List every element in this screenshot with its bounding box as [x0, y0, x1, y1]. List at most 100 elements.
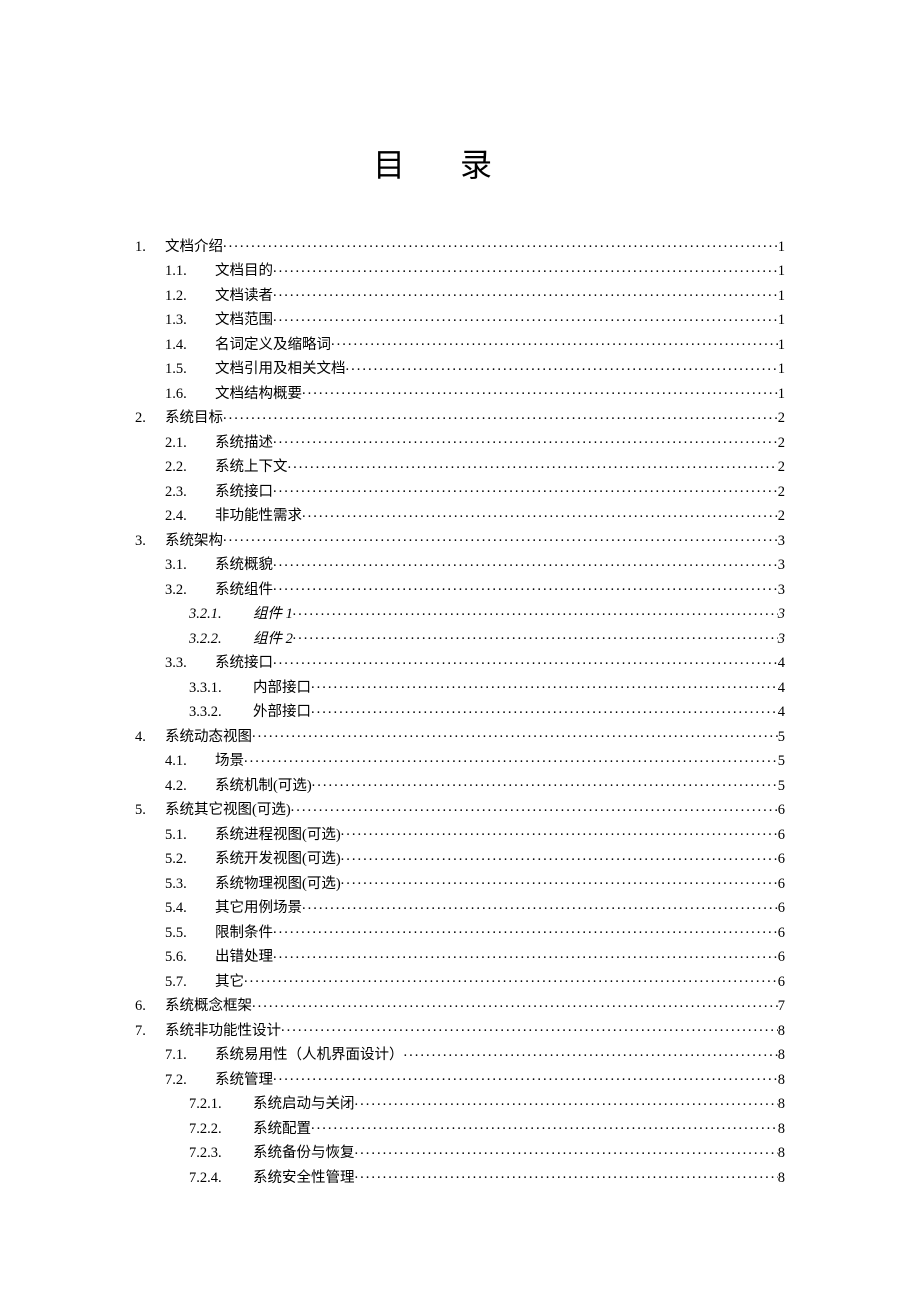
toc-leader-dots: [273, 310, 778, 325]
toc-entry-text: 文档介绍: [165, 240, 223, 255]
toc-leader-dots: [288, 457, 778, 472]
toc-entry[interactable]: 7.系统非功能性设计8: [135, 1020, 785, 1038]
toc-entry-page: 2: [778, 485, 785, 500]
toc-entry-number: 5.4.: [165, 901, 215, 916]
toc-entry-page: 1: [778, 289, 785, 304]
toc-entry-page: 1: [778, 240, 785, 255]
toc-entry-page: 5: [778, 779, 785, 794]
toc-entry-number: 1.3.: [165, 313, 215, 328]
toc-entry-page: 1: [778, 264, 785, 279]
toc-entry[interactable]: 5.4.其它用例场景6: [135, 898, 785, 916]
toc-entry-page: 4: [778, 656, 785, 671]
toc-entry[interactable]: 1.6.文档结构概要1: [135, 383, 785, 401]
toc-leader-dots: [302, 506, 778, 521]
toc-entry-number: 1.4.: [165, 338, 215, 353]
toc-entry-number: 1.2.: [165, 289, 215, 304]
toc-leader-dots: [244, 971, 778, 986]
toc-entry-page: 6: [778, 852, 785, 867]
toc-entry[interactable]: 5.3.系统物理视图(可选)6: [135, 873, 785, 891]
toc-entry[interactable]: 5.5.限制条件6: [135, 922, 785, 940]
toc-entry[interactable]: 3.3.系统接口4: [135, 653, 785, 671]
toc-entry-number: 4.2.: [165, 779, 215, 794]
toc-entry-page: 8: [778, 1122, 785, 1137]
toc-entry-number: 1.: [135, 240, 165, 255]
toc-entry-number: 5.1.: [165, 828, 215, 843]
toc-entry[interactable]: 7.1.系统易用性（人机界面设计）8: [135, 1045, 785, 1063]
toc-leader-dots: [273, 432, 778, 447]
toc-entry[interactable]: 3.1.系统概貌3: [135, 555, 785, 573]
toc-entry[interactable]: 4.1.场景5: [135, 751, 785, 769]
toc-leader-dots: [355, 1094, 778, 1109]
toc-entry-number: 7.2.3.: [189, 1146, 253, 1161]
toc-entry-text: 外部接口: [253, 705, 311, 720]
toc-entry[interactable]: 5.7.其它6: [135, 971, 785, 989]
toc-entry-text: 文档目的: [215, 264, 273, 279]
toc-entry-text: 系统动态视图: [165, 730, 252, 745]
toc-entry-page: 6: [778, 975, 785, 990]
toc-entry-text: 文档范围: [215, 313, 273, 328]
toc-entry[interactable]: 7.2.1.系统启动与关闭8: [135, 1094, 785, 1112]
toc-entry[interactable]: 5.6.出错处理6: [135, 947, 785, 965]
toc-entry[interactable]: 3.2.2.组件 23: [135, 628, 785, 646]
toc-entry[interactable]: 3.3.2.外部接口4: [135, 702, 785, 720]
toc-leader-dots: [223, 530, 778, 545]
toc-entry[interactable]: 7.2.系统管理8: [135, 1069, 785, 1087]
toc-entry-number: 7.2.4.: [189, 1171, 253, 1186]
toc-entry-page: 1: [778, 338, 785, 353]
toc-entry-page: 8: [778, 1171, 785, 1186]
toc-leader-dots: [293, 604, 778, 619]
toc-entry[interactable]: 4.系统动态视图5: [135, 726, 785, 744]
toc-entry[interactable]: 7.2.3.系统备份与恢复8: [135, 1143, 785, 1161]
toc-entry-text: 系统架构: [165, 534, 223, 549]
toc-entry-text: 内部接口: [253, 681, 311, 696]
toc-entry-text: 限制条件: [215, 926, 273, 941]
toc-entry[interactable]: 2.4.非功能性需求2: [135, 506, 785, 524]
toc-entry-text: 系统组件: [215, 583, 273, 598]
toc-leader-dots: [341, 824, 778, 839]
toc-entry[interactable]: 3.2.1.组件 13: [135, 604, 785, 622]
toc-entry[interactable]: 4.2.系统机制(可选)5: [135, 775, 785, 793]
toc-entry-number: 2.1.: [165, 436, 215, 451]
toc-entry[interactable]: 5.1.系统进程视图(可选)6: [135, 824, 785, 842]
toc-entry-text: 其它用例场景: [215, 901, 302, 916]
toc-leader-dots: [311, 677, 778, 692]
toc-entry-number: 4.: [135, 730, 165, 745]
toc-entry-page: 8: [778, 1073, 785, 1088]
toc-entry-text: 系统易用性（人机界面设计）: [215, 1048, 404, 1063]
toc-leader-dots: [291, 800, 778, 815]
toc-entry[interactable]: 1.1.文档目的1: [135, 261, 785, 279]
toc-entry-page: 6: [778, 950, 785, 965]
toc-entry-number: 7.2.1.: [189, 1097, 253, 1112]
toc-entry[interactable]: 1.4.名词定义及缩略词1: [135, 334, 785, 352]
toc-entry[interactable]: 1.5.文档引用及相关文档1: [135, 359, 785, 377]
toc-entry[interactable]: 5.2.系统开发视图(可选)6: [135, 849, 785, 867]
toc-entry-text: 系统上下文: [215, 460, 288, 475]
toc-entry-page: 2: [778, 460, 785, 475]
toc-entry[interactable]: 2.1.系统描述2: [135, 432, 785, 450]
toc-entry-number: 7.2.: [165, 1073, 215, 1088]
toc-entry[interactable]: 5.系统其它视图(可选)6: [135, 800, 785, 818]
toc-entry[interactable]: 2.3.系统接口2: [135, 481, 785, 499]
toc-entry[interactable]: 2.系统目标2: [135, 408, 785, 426]
toc-leader-dots: [273, 653, 778, 668]
toc-entry[interactable]: 3.3.1.内部接口4: [135, 677, 785, 695]
toc-entry-number: 7.1.: [165, 1048, 215, 1063]
toc-entry[interactable]: 7.2.4.系统安全性管理8: [135, 1167, 785, 1185]
toc-leader-dots: [331, 334, 778, 349]
toc-leader-dots: [341, 849, 778, 864]
toc-entry[interactable]: 1.3.文档范围1: [135, 310, 785, 328]
toc-leader-dots: [302, 383, 778, 398]
toc-entry[interactable]: 1.2.文档读者1: [135, 285, 785, 303]
toc-entry[interactable]: 3.系统架构3: [135, 530, 785, 548]
toc-entry[interactable]: 3.2.系统组件3: [135, 579, 785, 597]
toc-entry[interactable]: 1.文档介绍 1: [135, 236, 785, 254]
toc-entry-text: 组件 1: [253, 607, 293, 622]
toc-entry-text: 系统开发视图(可选): [215, 852, 341, 867]
toc-leader-dots: [273, 947, 778, 962]
toc-entry[interactable]: 2.2.系统上下文2: [135, 457, 785, 475]
toc-entry[interactable]: 6.系统概念框架7: [135, 996, 785, 1014]
toc-entry-page: 6: [778, 926, 785, 941]
toc-entry[interactable]: 7.2.2.系统配置8: [135, 1118, 785, 1136]
toc-leader-dots: [311, 1118, 778, 1133]
toc-entry-number: 7.2.2.: [189, 1122, 253, 1137]
